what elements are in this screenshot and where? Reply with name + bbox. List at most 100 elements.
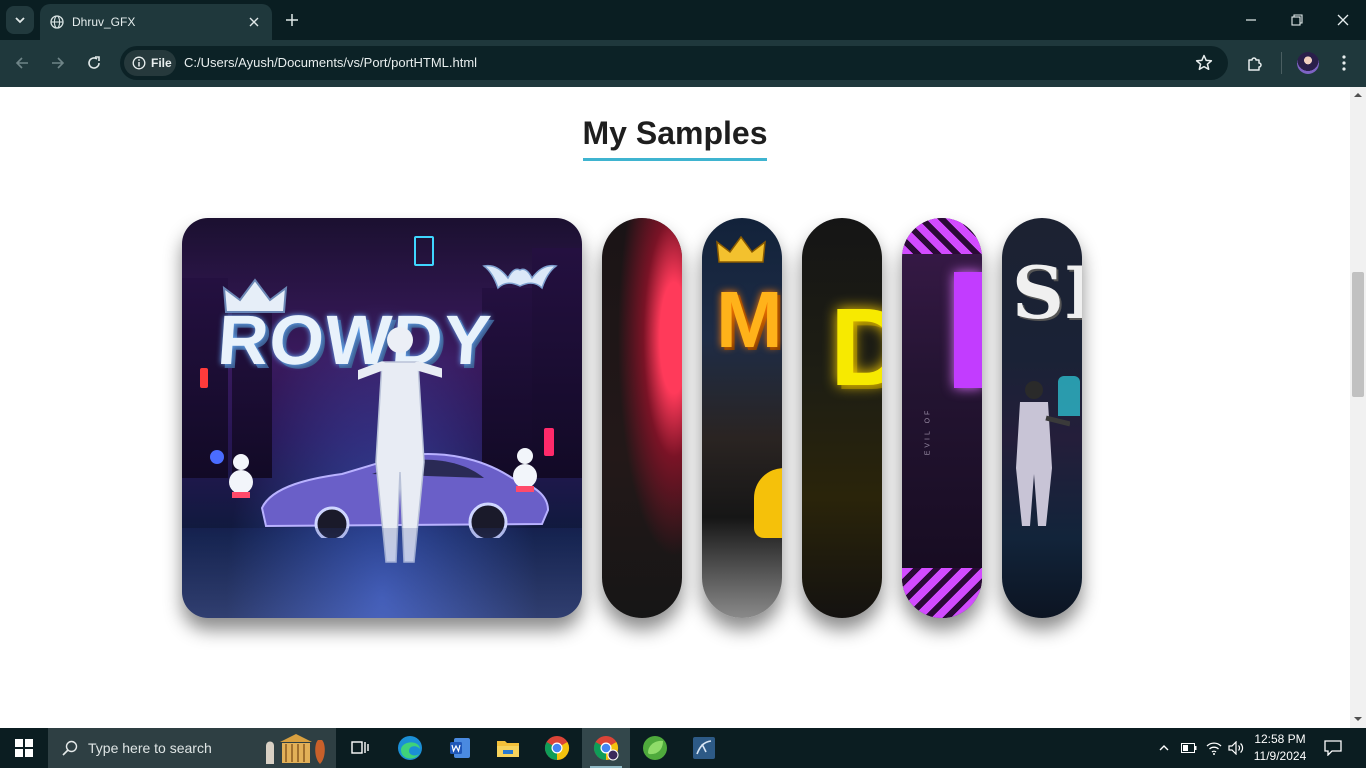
- close-window-button[interactable]: [1331, 8, 1355, 32]
- neon-sign: [200, 368, 208, 388]
- page-content: My Samples ROWDY M D EVIL OF S: [0, 87, 1350, 728]
- close-icon: [249, 17, 259, 27]
- profile-avatar[interactable]: [1297, 52, 1319, 74]
- speaker-icon: [1228, 741, 1244, 755]
- reload-button[interactable]: [82, 51, 106, 75]
- battery-icon: [1181, 743, 1197, 753]
- chrome-icon: [544, 736, 570, 760]
- chevron-down-icon: [15, 17, 25, 24]
- ground-reflection: [182, 528, 582, 618]
- neon-sign: [414, 236, 434, 266]
- section-heading: My Samples: [0, 115, 1350, 161]
- toolbar-divider: [1281, 52, 1282, 74]
- close-icon: [1337, 14, 1349, 26]
- sample-image-4: [802, 218, 882, 618]
- sample-letter-text: D: [830, 286, 882, 409]
- network-status[interactable]: [1204, 738, 1224, 758]
- neon-sign: [1058, 376, 1080, 416]
- chrome-profile-icon: [593, 736, 619, 761]
- task-view-button[interactable]: [336, 728, 384, 768]
- scrollbar-thumb[interactable]: [1352, 272, 1364, 397]
- sample-title-text: ROWDY: [215, 301, 495, 379]
- windows-logo-icon: [15, 739, 33, 757]
- active-tab[interactable]: Dhruv_GFX: [40, 4, 272, 40]
- chevron-up-icon: [1159, 745, 1169, 751]
- sample-letter-text: SE: [1012, 250, 1082, 335]
- info-icon: [132, 56, 146, 70]
- sample-letter-text: M: [716, 275, 782, 364]
- taskbar-app-chrome[interactable]: [533, 728, 581, 768]
- restore-icon: [1291, 14, 1303, 26]
- arrow-right-icon: [52, 57, 65, 69]
- leaf-app-icon: [643, 736, 667, 760]
- scroll-down-arrow-icon[interactable]: [1354, 715, 1362, 723]
- task-view-icon: [351, 741, 369, 754]
- browser-toolbar: File C:/Users/Ayush/Documents/vs/Port/po…: [0, 40, 1366, 87]
- browser-menu-button[interactable]: [1332, 51, 1356, 75]
- more-vertical-icon: [1342, 55, 1346, 71]
- url-text[interactable]: C:/Users/Ayush/Documents/vs/Port/portHTM…: [184, 55, 477, 70]
- globe-icon: [50, 15, 64, 29]
- system-clock[interactable]: 12:58 PM 11/9/2024: [1246, 731, 1314, 765]
- sample-card-rowdy[interactable]: ROWDY: [182, 218, 582, 618]
- back-button[interactable]: [10, 51, 34, 75]
- taskbar-app-spring-tools[interactable]: [631, 728, 679, 768]
- address-bar[interactable]: File C:/Users/Ayush/Documents/vs/Port/po…: [120, 46, 1228, 80]
- tab-search-button[interactable]: [6, 6, 34, 34]
- volume-control[interactable]: [1226, 738, 1246, 758]
- tab-close-button[interactable]: [244, 12, 264, 32]
- museum-illustration-icon: [266, 734, 325, 764]
- taskbar-app-edge[interactable]: [386, 728, 434, 768]
- sample-card-5[interactable]: EVIL OF: [902, 218, 982, 618]
- wifi-icon: [1206, 742, 1222, 755]
- snowman-illustration: [229, 454, 253, 498]
- pattern-band-bottom: [902, 568, 982, 618]
- windows-taskbar: Type here to search 12:58 PM 11/9/2024: [0, 728, 1366, 768]
- battery-status[interactable]: [1179, 738, 1199, 758]
- reload-icon: [88, 56, 100, 69]
- folder-icon: [497, 741, 519, 757]
- search-placeholder: Type here to search: [88, 740, 212, 756]
- minimize-button[interactable]: [1239, 8, 1263, 32]
- neon-bar: [954, 272, 982, 388]
- clock-time: 12:58 PM: [1254, 732, 1306, 746]
- edge-browser-icon: [398, 736, 422, 760]
- page-title: My Samples: [582, 115, 768, 161]
- sample-card-6[interactable]: SE: [1002, 218, 1082, 618]
- bookmark-star-icon[interactable]: [1194, 53, 1214, 73]
- taskbar-search-box[interactable]: Type here to search: [48, 728, 336, 768]
- tab-bar: Dhruv_GFX: [0, 0, 1366, 40]
- new-tab-button[interactable]: [281, 9, 303, 31]
- sample-card-4[interactable]: D: [802, 218, 882, 618]
- crown-icon: [716, 236, 766, 263]
- vertical-scrollbar[interactable]: [1350, 87, 1366, 728]
- site-info-chip[interactable]: File: [124, 50, 176, 76]
- extensions-button[interactable]: [1243, 51, 1267, 75]
- bat-icon: [482, 264, 558, 290]
- pattern-band-top: [902, 218, 982, 254]
- restore-button[interactable]: [1285, 8, 1309, 32]
- notification-center-button[interactable]: [1323, 738, 1343, 758]
- scroll-up-arrow-icon[interactable]: [1354, 91, 1362, 99]
- taskbar-app-mysql-workbench[interactable]: [680, 728, 728, 768]
- database-app-icon: [693, 737, 715, 759]
- sample-card-2[interactable]: [602, 218, 682, 618]
- taskbar-app-file-explorer[interactable]: [484, 728, 532, 768]
- taskbar-app-chrome-profile[interactable]: [582, 728, 630, 768]
- search-icon: [62, 740, 78, 756]
- minimize-icon: [1246, 19, 1256, 21]
- arrow-left-icon: [15, 57, 28, 69]
- sample-image-2: [602, 218, 682, 618]
- show-hidden-icons-button[interactable]: [1154, 738, 1174, 758]
- plus-icon: [286, 14, 298, 26]
- neon-sign: [210, 450, 224, 464]
- clock-date: 11/9/2024: [1253, 749, 1307, 763]
- puzzle-icon: [1248, 57, 1262, 71]
- sample-image-rowdy: ROWDY: [182, 218, 582, 618]
- word-icon: [450, 738, 470, 758]
- snowman-illustration: [513, 448, 537, 492]
- sample-card-3[interactable]: M: [702, 218, 782, 618]
- taskbar-app-word[interactable]: [436, 728, 484, 768]
- forward-button[interactable]: [46, 51, 70, 75]
- start-button[interactable]: [0, 728, 48, 768]
